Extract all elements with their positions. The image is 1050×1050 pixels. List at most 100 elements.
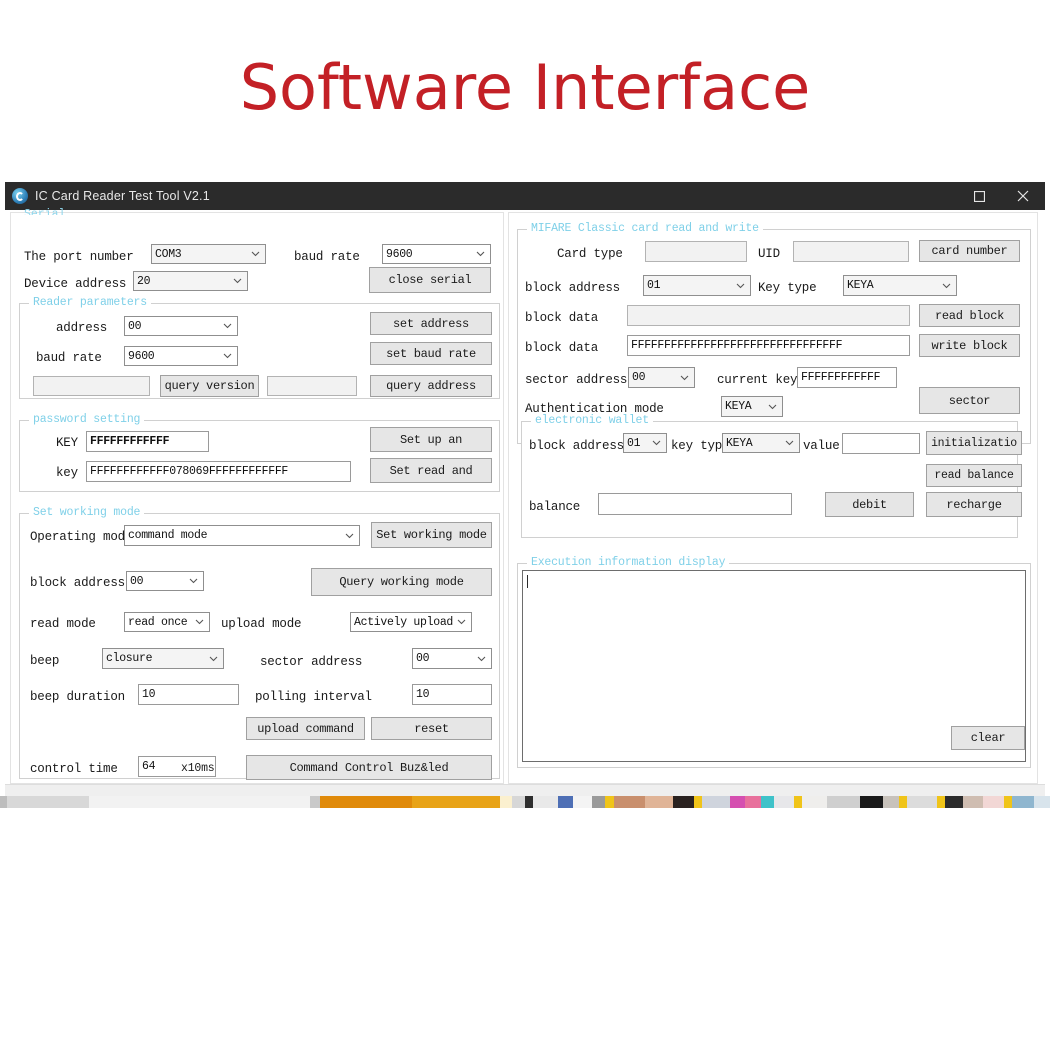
photo-strip-segment (963, 796, 983, 808)
wm-sector-address-select[interactable]: 00 (412, 648, 492, 669)
close-icon[interactable] (1001, 182, 1045, 210)
block-data-read-field[interactable] (627, 305, 910, 326)
uid-field[interactable] (793, 241, 909, 262)
card-type-label: Card type (557, 247, 623, 261)
photo-strip-segment (7, 796, 89, 808)
key-type-select[interactable]: KEYA (843, 275, 957, 296)
set-baud-rate-button[interactable]: set baud rate (370, 342, 492, 365)
reader-address-select[interactable]: 00 (124, 316, 238, 336)
query-working-mode-button[interactable]: Query working mode (311, 568, 492, 596)
key-upper-field[interactable]: FFFFFFFFFFFF (86, 431, 209, 452)
uid-label: UID (758, 247, 780, 261)
chevron-down-icon (678, 375, 691, 381)
command-control-buzled-button[interactable]: Command Control Buz&led (246, 755, 492, 780)
beep-duration-field[interactable]: 10 (138, 684, 239, 705)
password-setting-group-title: password setting (29, 413, 144, 426)
wallet-value-field[interactable] (842, 433, 920, 454)
port-number-label: The port number (24, 250, 134, 264)
balance-field[interactable] (598, 493, 792, 515)
mifare-block-address-label: block address (525, 281, 620, 295)
chevron-down-icon (455, 619, 468, 625)
wallet-key-type-select[interactable]: KEYA (722, 433, 800, 453)
set-working-mode-button[interactable]: Set working mode (371, 522, 492, 548)
block-data-write-field[interactable]: FFFFFFFFFFFFFFFFFFFFFFFFFFFFFFFF (627, 335, 910, 356)
address-output-field[interactable] (267, 376, 357, 396)
clear-button[interactable]: clear (951, 726, 1025, 750)
current-key-field[interactable]: FFFFFFFFFFFF (797, 367, 897, 388)
polling-interval-field[interactable]: 10 (412, 684, 492, 705)
wm-sector-address-value: 00 (416, 652, 475, 665)
reader-baud-label: baud rate (36, 351, 102, 365)
photo-strip-segment (802, 796, 827, 808)
reset-button[interactable]: reset (371, 717, 492, 740)
set-address-button[interactable]: set address (370, 312, 492, 335)
chevron-down-icon (221, 353, 234, 359)
photo-strip-segment (320, 796, 412, 808)
set-up-an-button[interactable]: Set up an (370, 427, 492, 452)
initialization-button[interactable]: initializatio (926, 431, 1022, 455)
card-type-field[interactable] (645, 241, 747, 262)
read-mode-select[interactable]: read once (124, 612, 210, 632)
upload-mode-select[interactable]: Actively upload (350, 612, 472, 632)
photo-strip-segment (702, 796, 730, 808)
reader-baud-select[interactable]: 9600 (124, 346, 238, 366)
mifare-group-title: MIFARE Classic card read and write (527, 222, 763, 235)
write-block-button[interactable]: write block (919, 334, 1020, 357)
wallet-block-address-value: 01 (627, 437, 650, 450)
control-time-unit-label: x10ms (181, 762, 215, 775)
execution-info-group-title: Execution information display (527, 556, 729, 569)
photo-strip-segment (558, 796, 573, 808)
left-panel: Serial The port number COM3 baud rate 96… (10, 212, 504, 784)
card-number-button[interactable]: card number (919, 240, 1020, 262)
sector-button[interactable]: sector (919, 387, 1020, 414)
beep-select[interactable]: closure (102, 648, 224, 669)
chevron-down-icon (343, 533, 356, 539)
baud-rate-top-value: 9600 (386, 248, 474, 261)
read-balance-button[interactable]: read balance (926, 464, 1022, 487)
execution-log-textarea[interactable]: clear (522, 570, 1026, 762)
photo-strip-segment (533, 796, 558, 808)
photo-strip-segment (794, 796, 802, 808)
background-photo-strip (0, 796, 1050, 808)
right-panel: MIFARE Classic card read and write Card … (508, 212, 1038, 784)
mifare-sector-address-label: sector address (525, 373, 627, 387)
wallet-block-address-label: block address (529, 439, 624, 453)
chevron-down-icon (475, 656, 488, 662)
auth-mode-select[interactable]: KEYA (721, 396, 783, 417)
version-output-field[interactable] (33, 376, 150, 396)
photo-strip-segment (883, 796, 899, 808)
maximize-icon[interactable] (957, 182, 1001, 210)
operating-mode-select[interactable]: command mode (124, 525, 360, 546)
wm-block-address-value: 00 (130, 575, 187, 588)
key-type-label: Key type (758, 281, 816, 295)
query-version-button[interactable]: query version (160, 375, 259, 397)
port-number-select[interactable]: COM3 (151, 244, 266, 264)
wm-block-address-select[interactable]: 00 (126, 571, 204, 591)
device-address-select[interactable]: 20 (133, 271, 248, 291)
baud-rate-top-select[interactable]: 9600 (382, 244, 491, 264)
device-address-value: 20 (137, 275, 231, 288)
key-lower-field[interactable]: FFFFFFFFFFFF078069FFFFFFFFFFFF (86, 461, 351, 482)
photo-strip-segment (774, 796, 794, 808)
slide-root: Software Interface IC Card Reader Test T… (0, 0, 1050, 1050)
block-data-read-label: block data (525, 311, 598, 325)
mifare-block-address-select[interactable]: 01 (643, 275, 751, 296)
set-read-and-button[interactable]: Set read and (370, 458, 492, 483)
query-address-button[interactable]: query address (370, 375, 492, 397)
read-block-button[interactable]: read block (919, 304, 1020, 327)
current-key-label: current key (717, 373, 797, 387)
serial-group-title-clipped: Serial (24, 208, 164, 215)
recharge-button[interactable]: recharge (926, 492, 1022, 517)
photo-strip-segment (937, 796, 945, 808)
set-working-mode-group-title: Set working mode (29, 506, 144, 519)
wallet-block-address-select[interactable]: 01 (623, 433, 667, 453)
mifare-sector-address-select[interactable]: 00 (628, 367, 695, 388)
upload-command-button[interactable]: upload command (246, 717, 365, 740)
chevron-down-icon (940, 283, 953, 289)
close-serial-button[interactable]: close serial (369, 267, 491, 293)
window-bottom-strip (5, 784, 1045, 796)
chevron-down-icon (193, 619, 206, 625)
debit-button[interactable]: debit (825, 492, 914, 517)
photo-strip-segment (945, 796, 963, 808)
app-circle-icon (12, 188, 28, 204)
